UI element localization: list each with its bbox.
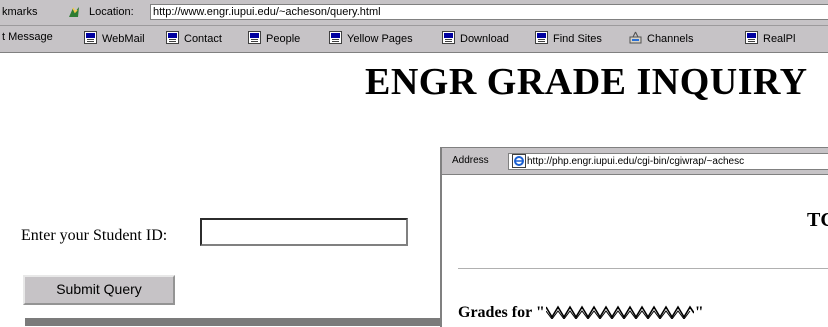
webmail-label: WebMail (102, 33, 145, 45)
contact-button[interactable]: Contact (166, 31, 222, 45)
realplayer-label: RealPl (763, 33, 796, 45)
grades-prefix: Grades for " (458, 304, 545, 321)
grades-for-line: Grades for " " (458, 304, 704, 322)
overlay-browser-window[interactable]: Address http://php.engr.iupui.edu/cgi-bi… (440, 147, 828, 327)
address-input[interactable]: http://php.engr.iupui.edu/cgi-bin/cgiwra… (508, 153, 828, 170)
channels-label: Channels (647, 33, 694, 45)
channels-button[interactable]: Channels (629, 31, 693, 45)
bookmark-icon (745, 31, 758, 44)
download-button[interactable]: Download (442, 31, 509, 45)
people-button[interactable]: People (248, 31, 300, 45)
people-label: People (266, 33, 301, 45)
page-bottom-bar (25, 318, 441, 326)
yellow-pages-label: Yellow Pages (347, 33, 413, 45)
location-icon[interactable] (67, 5, 81, 19)
realplayer-button[interactable]: RealPl (745, 31, 795, 45)
yellow-pages-button[interactable]: Yellow Pages (329, 31, 413, 45)
ie-page-icon (512, 154, 526, 168)
address-toolbar: Address http://php.engr.iupui.edu/cgi-bi… (442, 148, 828, 175)
address-label: Address (452, 155, 489, 166)
instant-message-label: t Message (2, 31, 53, 43)
instant-message-button[interactable]: t Message (2, 31, 53, 43)
grades-suffix: " (694, 304, 704, 321)
bookmark-icon (248, 31, 261, 44)
student-id-label: Enter your Student ID: (21, 227, 168, 244)
webmail-button[interactable]: WebMail (84, 31, 145, 45)
location-toolbar: kmarks Location: http://www.engr.iupui.e… (0, 0, 828, 26)
submit-query-button[interactable]: Submit Query (23, 275, 175, 305)
horizontal-rule (458, 268, 828, 270)
find-sites-button[interactable]: Find Sites (535, 31, 602, 45)
bookmark-icon (442, 31, 455, 44)
personal-toolbar: t Message WebMail Contact People Yellow … (0, 26, 828, 53)
channels-icon (629, 31, 642, 44)
bookmark-icon (166, 31, 179, 44)
contact-label: Contact (184, 33, 222, 45)
bookmark-icon (329, 31, 342, 44)
redacted-name (545, 305, 694, 319)
bookmarks-button[interactable]: kmarks (2, 6, 37, 18)
student-id-input[interactable] (200, 218, 408, 246)
bookmark-icon (84, 31, 97, 44)
url-input[interactable]: http://www.engr.iupui.edu/~acheson/query… (150, 4, 828, 20)
download-label: Download (460, 33, 509, 45)
location-label: Location: (89, 6, 134, 18)
find-sites-label: Find Sites (553, 33, 602, 45)
bookmark-icon (535, 31, 548, 44)
window-heading: TC (807, 209, 828, 231)
page-title: ENGR GRADE INQUIRY (365, 61, 808, 103)
